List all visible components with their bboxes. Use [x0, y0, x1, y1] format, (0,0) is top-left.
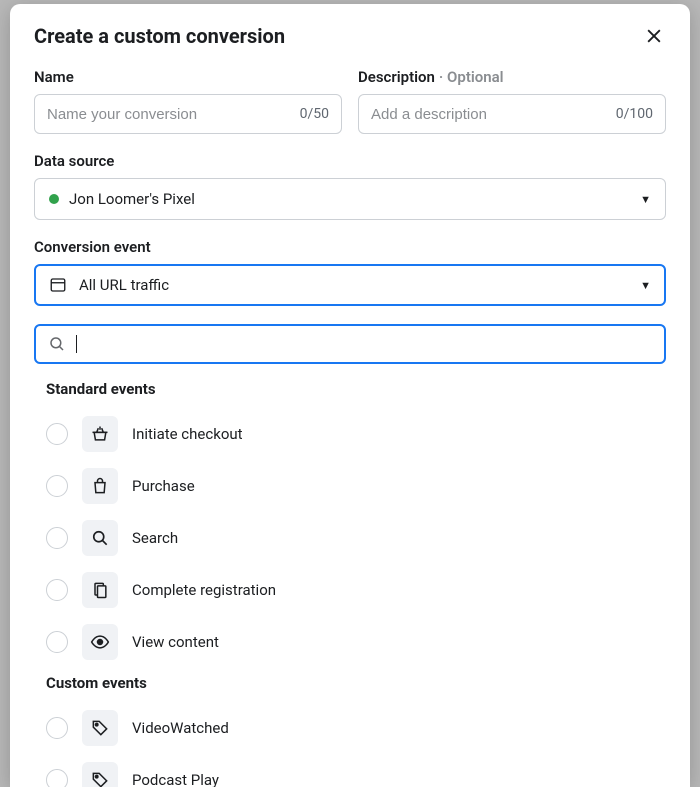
- status-dot-icon: [49, 194, 59, 204]
- radio-icon[interactable]: [46, 769, 68, 787]
- description-optional: · Optional: [439, 68, 504, 86]
- conversion-event-select[interactable]: All URL traffic ▼: [34, 264, 666, 306]
- event-search-input[interactable]: [77, 336, 652, 353]
- event-option[interactable]: Search: [34, 512, 666, 564]
- tag-icon: [82, 762, 118, 787]
- event-label: Podcast Play: [132, 771, 219, 787]
- event-label: Initiate checkout: [132, 425, 243, 443]
- data-source-label: Data source: [34, 152, 666, 170]
- radio-icon[interactable]: [46, 423, 68, 445]
- modal-header: Create a custom conversion: [34, 24, 666, 48]
- description-counter: 0/100: [616, 106, 653, 122]
- search-icon: [48, 335, 66, 353]
- radio-icon[interactable]: [46, 475, 68, 497]
- caret-down-icon: ▼: [640, 279, 651, 292]
- event-label: VideoWatched: [132, 719, 229, 737]
- event-option[interactable]: View content: [34, 616, 666, 668]
- event-option[interactable]: Purchase: [34, 460, 666, 512]
- close-button[interactable]: [642, 24, 666, 48]
- data-source-value: Jon Loomer's Pixel: [69, 190, 640, 208]
- name-counter: 0/50: [300, 106, 329, 122]
- basket-icon: [82, 416, 118, 452]
- event-option[interactable]: Initiate checkout: [34, 408, 666, 460]
- event-group-header: Custom events: [46, 674, 666, 692]
- event-search-box[interactable]: [34, 324, 666, 364]
- browser-icon: [49, 276, 67, 294]
- description-label: Description: [358, 68, 435, 86]
- custom-conversion-modal: Create a custom conversion Name 0/50 Des…: [10, 4, 690, 787]
- data-source-select[interactable]: Jon Loomer's Pixel ▼: [34, 178, 666, 220]
- name-field: Name 0/50: [34, 68, 342, 134]
- conversion-event-label: Conversion event: [34, 238, 666, 256]
- tag-icon: [82, 710, 118, 746]
- name-label: Name: [34, 68, 74, 86]
- caret-down-icon: ▼: [640, 193, 651, 206]
- eye-icon: [82, 624, 118, 660]
- radio-icon[interactable]: [46, 631, 68, 653]
- event-label: View content: [132, 633, 219, 651]
- bag-icon: [82, 468, 118, 504]
- event-group-header: Standard events: [46, 380, 666, 398]
- name-input-wrap[interactable]: 0/50: [34, 94, 342, 134]
- search-icon: [82, 520, 118, 556]
- event-option[interactable]: Podcast Play: [34, 754, 666, 787]
- data-source-section: Data source Jon Loomer's Pixel ▼: [34, 152, 666, 220]
- close-icon: [644, 26, 664, 46]
- conversion-event-value: All URL traffic: [79, 276, 640, 294]
- radio-icon[interactable]: [46, 717, 68, 739]
- radio-icon[interactable]: [46, 527, 68, 549]
- name-input[interactable]: [47, 106, 292, 123]
- event-label: Search: [132, 529, 178, 547]
- description-input-wrap[interactable]: 0/100: [358, 94, 666, 134]
- event-option[interactable]: VideoWatched: [34, 702, 666, 754]
- clipboard-icon: [82, 572, 118, 608]
- event-label: Purchase: [132, 477, 195, 495]
- event-list: Standard events Initiate checkout Purchase…: [34, 380, 666, 787]
- description-field: Description · Optional 0/100: [358, 68, 666, 134]
- radio-icon[interactable]: [46, 579, 68, 601]
- event-label: Complete registration: [132, 581, 276, 599]
- name-description-row: Name 0/50 Description · Optional 0/100: [34, 68, 666, 134]
- description-input[interactable]: [371, 106, 608, 123]
- modal-title: Create a custom conversion: [34, 24, 285, 48]
- event-option[interactable]: Complete registration: [34, 564, 666, 616]
- conversion-event-section: Conversion event All URL traffic ▼: [34, 238, 666, 306]
